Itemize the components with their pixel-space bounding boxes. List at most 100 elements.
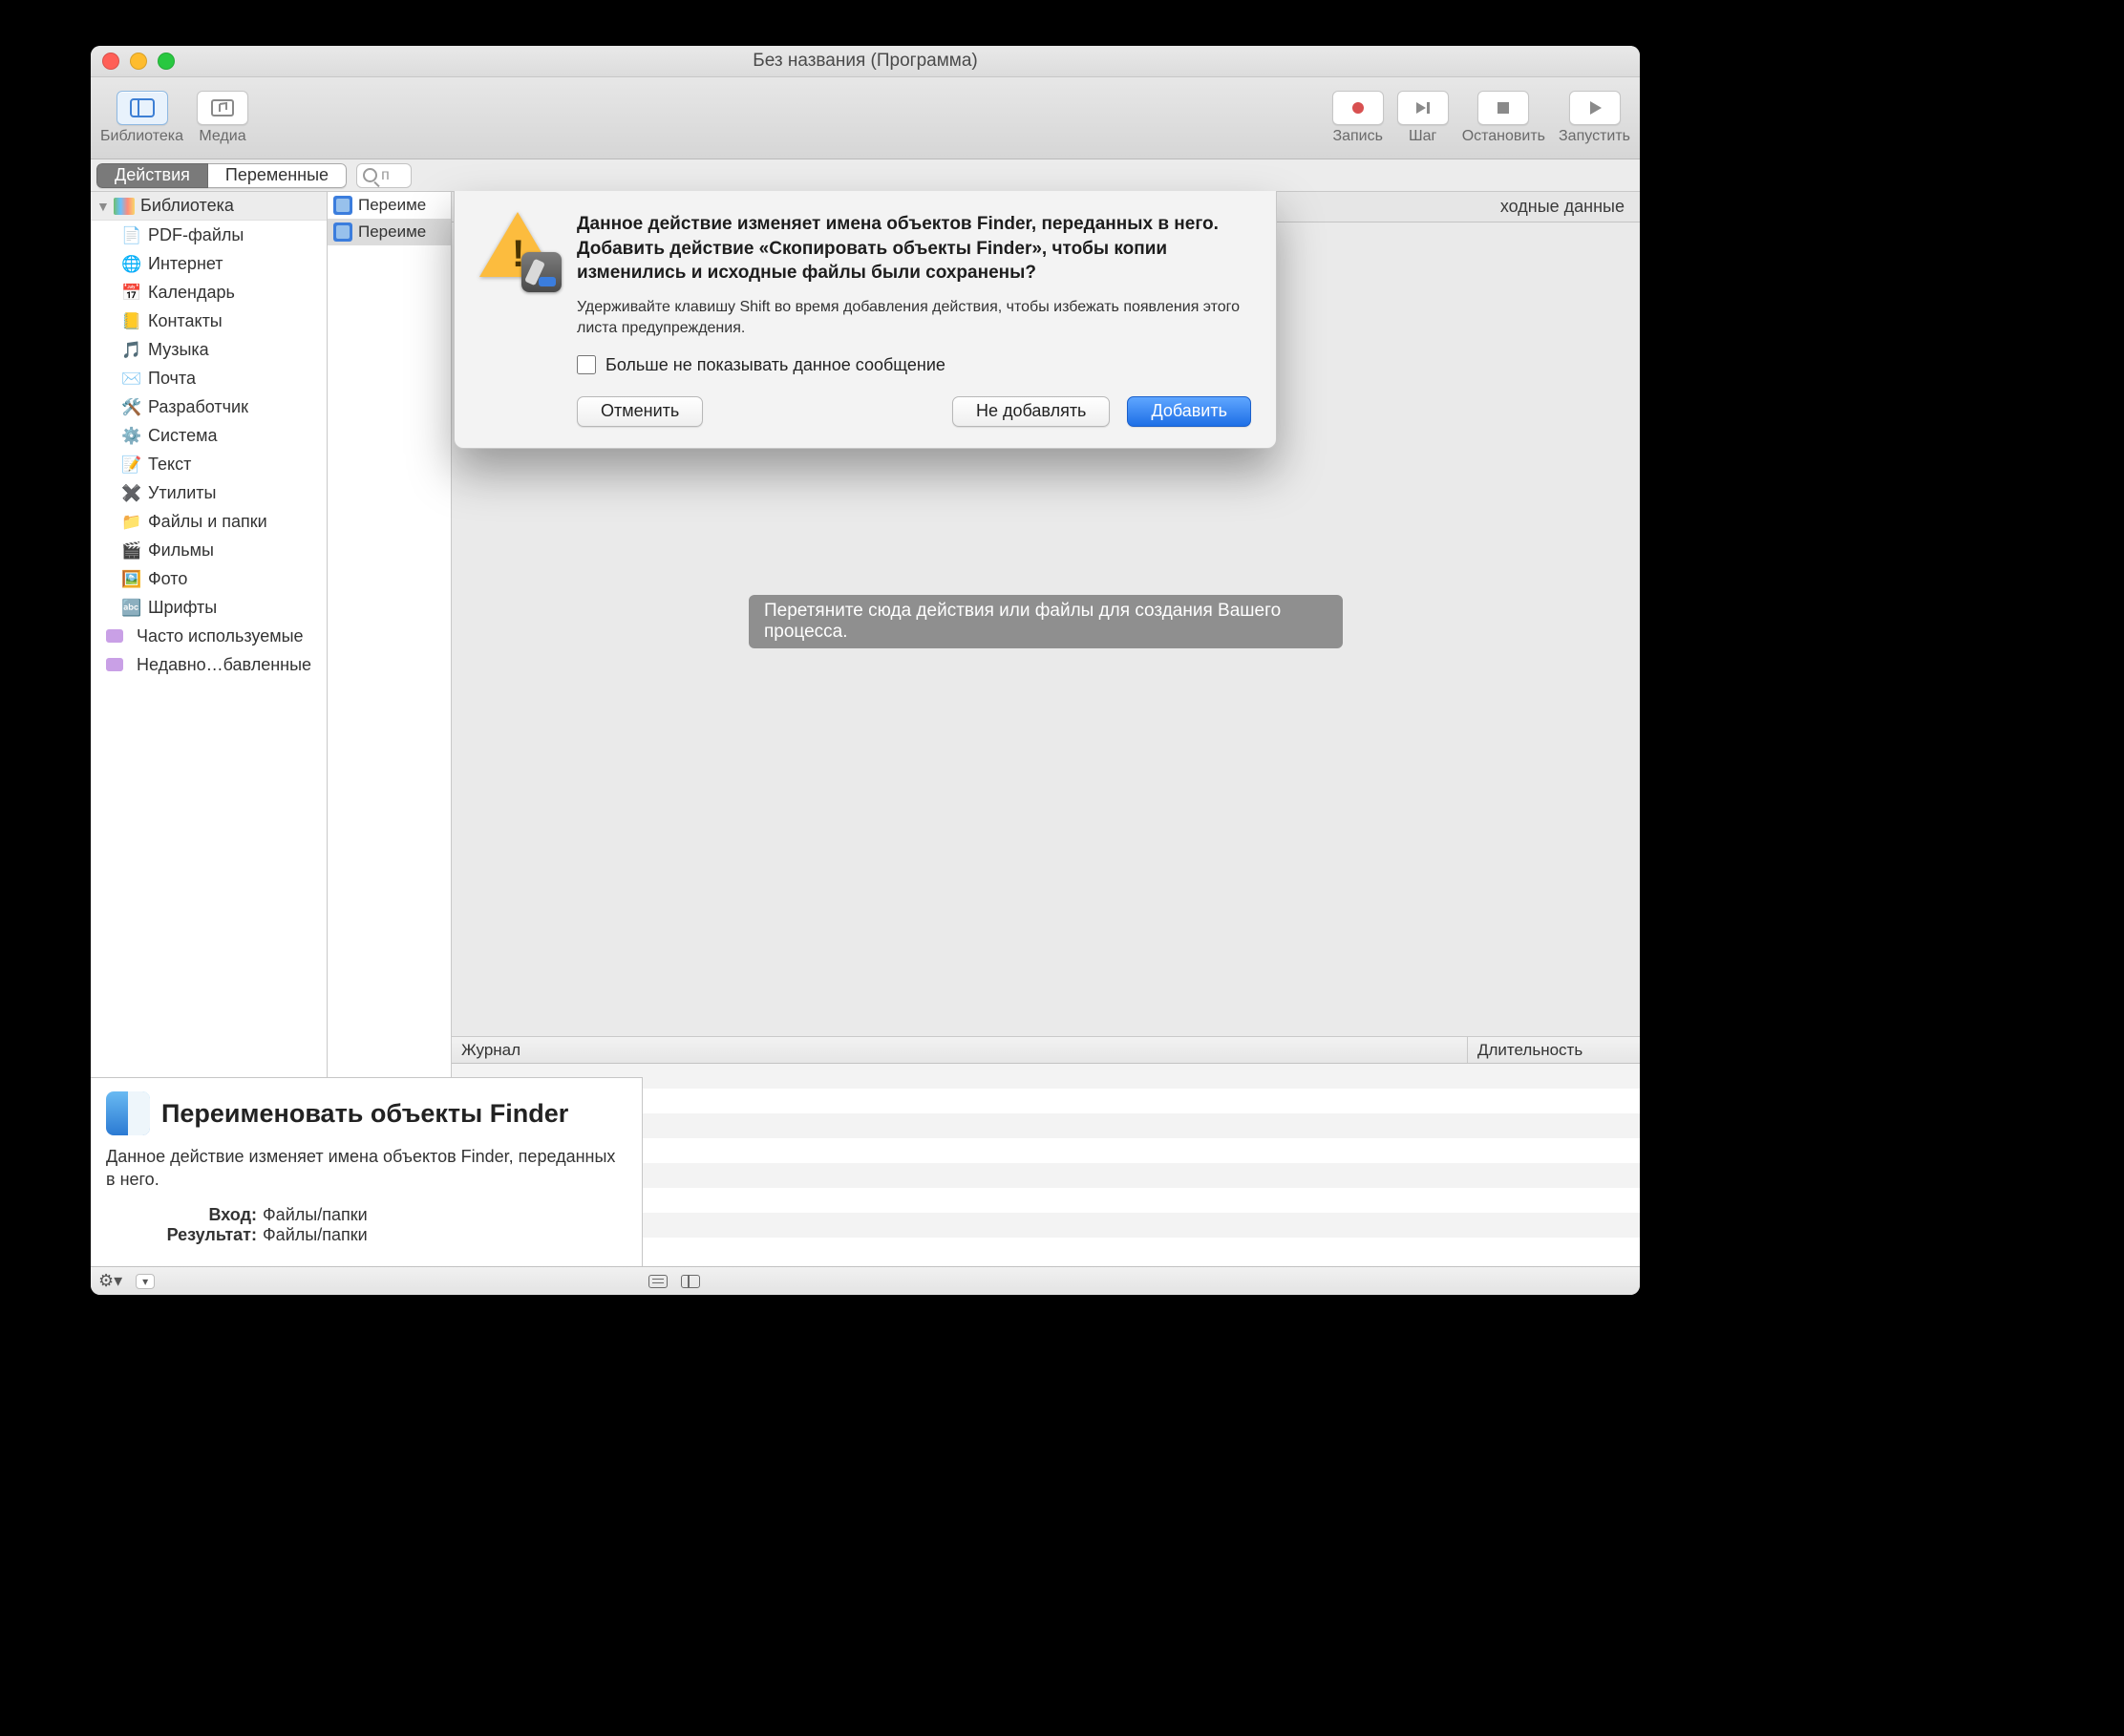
sidebar-item[interactable]: 🎬Фильмы [91, 536, 327, 564]
desc-input-label: Вход: [106, 1205, 257, 1225]
log-header: Журнал Длительность [452, 1037, 1640, 1064]
library-tabs: Действия Переменные [96, 163, 347, 188]
sidebar-item[interactable]: ⚙️Система [91, 421, 327, 450]
sidebar-item[interactable]: 📄 PDF-файлы [91, 221, 327, 249]
sidebar-root-label: Библиотека [140, 196, 234, 216]
app-window: Без названия (Программа) Библиотека Меди… [91, 46, 1640, 1295]
category-icon: ✖️ [121, 482, 142, 503]
view-mode-list-icon[interactable] [648, 1275, 668, 1288]
sidebar-item[interactable]: 🎵Музыка [91, 335, 327, 364]
view-mode-columns-icon[interactable] [681, 1275, 700, 1288]
status-bar: ⚙︎▾ ▾ [91, 1266, 1640, 1295]
maximize-window-button[interactable] [158, 53, 175, 70]
description-title: Переименовать объекты Finder [161, 1099, 568, 1129]
close-window-button[interactable] [102, 53, 119, 70]
sidebar-item-label: Календарь [148, 283, 235, 303]
add-button[interactable]: Добавить [1127, 396, 1251, 427]
sidebar-item[interactable]: 📝Текст [91, 450, 327, 478]
dont-add-button[interactable]: Не добавлять [952, 396, 1110, 427]
sidebar-item-label: Утилиты [148, 483, 216, 503]
stop-button[interactable]: Остановить [1458, 89, 1549, 147]
run-label: Запустить [1559, 128, 1630, 145]
sheet-heading: Данное действие изменяет имена объектов … [577, 212, 1251, 286]
warning-icon [479, 212, 556, 288]
library-toggle-button[interactable]: Библиотека [96, 89, 187, 147]
disclosure-triangle-icon[interactable]: ▼ [96, 199, 108, 214]
desc-input-value: Файлы/папки [263, 1205, 368, 1225]
gear-menu-button[interactable]: ⚙︎▾ [98, 1271, 122, 1291]
sidebar-item-label: PDF-файлы [148, 225, 244, 245]
log-col-duration[interactable]: Длительность [1468, 1037, 1640, 1063]
sidebar-item[interactable]: 📅 Календарь [91, 278, 327, 307]
library-label: Библиотека [100, 128, 183, 145]
category-icon: 📄 [121, 224, 142, 245]
search-text: п [381, 167, 390, 184]
library-tabs-row: Действия Переменные п [91, 159, 1640, 192]
sidebar-smart-label: Недавно…бавленные [137, 655, 311, 675]
sidebar-item-label: Шрифты [148, 598, 217, 618]
category-icon: 🔤 [121, 597, 142, 618]
step-icon [1411, 98, 1435, 117]
sheet-dont-show-checkbox[interactable] [577, 355, 596, 374]
category-icon: 📅 [121, 282, 142, 303]
tab-variables[interactable]: Переменные [208, 163, 347, 188]
panel-toggle-button[interactable]: ▾ [136, 1274, 155, 1289]
finder-icon [106, 1091, 150, 1135]
sidebar-smart-label: Часто используемые [137, 626, 304, 646]
media-label: Медиа [199, 128, 245, 145]
log-col-journal[interactable]: Журнал [452, 1037, 1468, 1063]
record-label: Запись [1332, 128, 1383, 145]
confirmation-sheet: Данное действие изменяет имена объектов … [454, 191, 1277, 449]
desc-result-label: Результат: [106, 1225, 257, 1245]
category-icon: 🌐 [121, 253, 142, 274]
workflow-hint: Перетяните сюда действия или файлы для с… [749, 595, 1343, 648]
step-label: Шаг [1409, 128, 1436, 145]
sidebar-item[interactable]: ✖️ Утилиты [91, 478, 327, 507]
library-books-icon [114, 198, 135, 215]
sidebar-item[interactable]: 📒Контакты [91, 307, 327, 335]
record-button[interactable]: Запись [1328, 89, 1388, 147]
action-list-item[interactable]: Переиме [328, 192, 451, 219]
sidebar-item[interactable]: 🛠️ Разработчик [91, 392, 327, 421]
category-icon: 📁 [121, 511, 142, 532]
run-button[interactable]: Запустить [1555, 89, 1634, 147]
category-icon: 🎬 [121, 540, 142, 561]
library-icon [130, 98, 155, 117]
minimize-window-button[interactable] [130, 53, 147, 70]
sheet-note: Удерживайте клавишу Shift во время добав… [577, 297, 1251, 340]
sidebar-root-library[interactable]: ▼ Библиотека [91, 192, 327, 221]
cancel-button[interactable]: Отменить [577, 396, 703, 427]
run-icon [1582, 98, 1607, 117]
sheet-dont-show-label[interactable]: Больше не показывать данное сообщение [577, 355, 1251, 375]
library-search[interactable]: п [356, 163, 412, 188]
automator-badge-icon [521, 252, 562, 292]
sidebar-smart-item[interactable]: Недавно…бавленные [91, 650, 327, 679]
traffic-lights [102, 53, 175, 70]
media-icon [210, 98, 235, 117]
sidebar-item[interactable]: 🔤 Шрифты [91, 593, 327, 622]
sidebar-item-label: Интернет [148, 254, 223, 274]
media-button[interactable]: Медиа [193, 89, 252, 147]
tab-actions[interactable]: Действия [96, 163, 208, 188]
action-icon [333, 196, 352, 215]
action-list-item[interactable]: Переиме [328, 219, 451, 245]
sidebar-item[interactable]: 🌐 Интернет [91, 249, 327, 278]
step-button[interactable]: Шаг [1393, 89, 1453, 147]
smart-folder-icon [106, 629, 123, 643]
sidebar-item-label: Система [148, 426, 218, 446]
sidebar-item-label: Почта [148, 369, 196, 389]
category-icon: 🛠️ [121, 396, 142, 417]
stop-icon [1491, 98, 1516, 117]
action-icon [333, 222, 352, 242]
sidebar-item[interactable]: ✉️Почта [91, 364, 327, 392]
sidebar-item-label: Файлы и папки [148, 512, 267, 532]
workflow-input-text: ходные данные [1500, 197, 1625, 217]
sidebar-item-label: Текст [148, 455, 191, 475]
action-item-label: Переиме [358, 222, 426, 242]
sidebar-item-label: Разработчик [148, 397, 248, 417]
category-icon: 📒 [121, 310, 142, 331]
sidebar-item[interactable]: 🖼️Фото [91, 564, 327, 593]
sidebar-item[interactable]: 📁 Файлы и папки [91, 507, 327, 536]
search-icon [363, 168, 377, 182]
sidebar-smart-item[interactable]: Часто используемые [91, 622, 327, 650]
